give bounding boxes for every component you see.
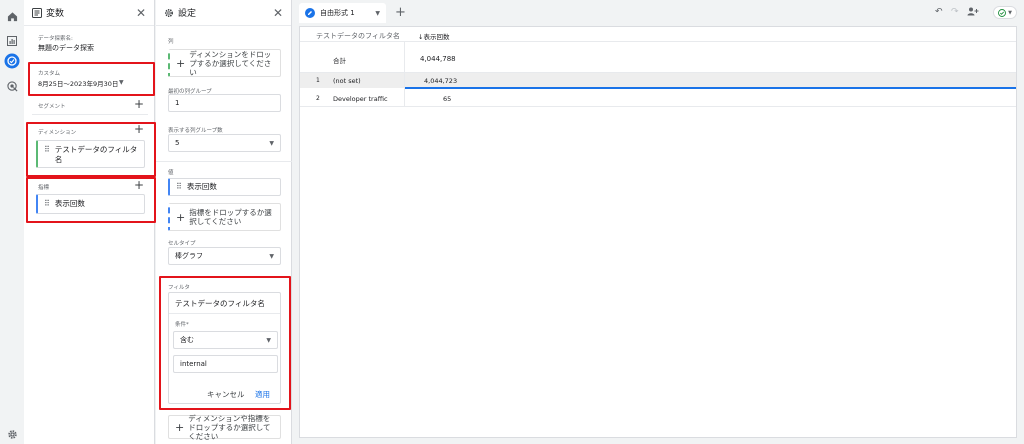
- redo-icon[interactable]: ↷: [951, 7, 959, 17]
- divider: [300, 41, 1016, 42]
- table-row-highlight: [300, 73, 1016, 88]
- variables-icon: [32, 7, 42, 18]
- variables-title: 変数: [46, 9, 65, 19]
- values-label: 値: [168, 170, 174, 176]
- plus-icon: +: [175, 420, 185, 434]
- dimension-column-header[interactable]: テストデータのフィルタ名: [316, 31, 400, 41]
- cell-type-value: 棒グラフ: [175, 252, 203, 260]
- pencil-icon: [305, 8, 315, 18]
- home-icon[interactable]: [4, 8, 20, 24]
- cell-type-label: セルタイプ: [168, 241, 196, 247]
- settings-gear-icon[interactable]: [4, 426, 20, 442]
- settings-title: 設定: [178, 9, 197, 19]
- plus-icon: +: [176, 56, 186, 70]
- segments-label: セグメント: [38, 104, 66, 110]
- bar-indicator: [404, 87, 1016, 89]
- drag-handle-icon[interactable]: ⠿: [176, 182, 182, 192]
- highlight-dimension-box: [26, 122, 156, 177]
- filters-drop-zone[interactable]: + ディメンションや指標をドロップするか選択してください: [168, 413, 281, 441]
- total-value: 4,044,788: [420, 55, 456, 63]
- tab-bar: 自由形式 1 ▼ + ↶ ↷ ▼: [293, 0, 1024, 26]
- highlight-date-box: [28, 62, 155, 96]
- share-user-icon[interactable]: [967, 7, 979, 19]
- column-divider: [404, 41, 405, 106]
- settings-icon: [164, 8, 174, 18]
- close-variables-icon[interactable]: ✕: [136, 6, 146, 20]
- chevron-down-icon: ▼: [269, 252, 274, 260]
- chevron-down-icon[interactable]: ▼: [375, 10, 380, 17]
- tab-freeform-1[interactable]: 自由形式 1 ▼: [299, 3, 386, 23]
- advertising-icon[interactable]: [4, 78, 20, 94]
- add-tab-button[interactable]: +: [395, 5, 406, 20]
- show-col-groups-label: 表示する列グループ数: [168, 128, 223, 134]
- cell-type-select[interactable]: 棒グラフ ▼: [168, 247, 281, 265]
- tab-label: 自由形式 1: [320, 9, 355, 17]
- reports-icon[interactable]: [4, 33, 20, 49]
- row-name[interactable]: (not set): [333, 77, 361, 85]
- columns-drop-zone[interactable]: + ディメンションをドロップするか選択してください: [168, 49, 281, 77]
- highlight-metric-box: [26, 177, 156, 223]
- row-value: 65: [443, 95, 452, 103]
- columns-drop-text: ディメンションをドロップするか選択してください: [189, 49, 272, 77]
- settings-header: 設定 ✕: [156, 0, 291, 26]
- row-index: 2: [316, 95, 320, 102]
- exploration-canvas: テストデータのフィルタ名 ↓表示回数 合計 4,044,788 1 (not s…: [299, 26, 1017, 438]
- metric-column-header[interactable]: ↓表示回数: [418, 31, 449, 41]
- explore-icon[interactable]: [4, 53, 20, 69]
- exploration-name[interactable]: 無題のデータ探索: [38, 43, 94, 53]
- chevron-down-icon: ▼: [1008, 9, 1012, 16]
- row-name[interactable]: Developer traffic: [333, 95, 388, 103]
- divider: [300, 106, 1016, 107]
- undo-icon[interactable]: ↶: [935, 7, 943, 17]
- filters-drop-text: ディメンションや指標をドロップするか選択してください: [188, 413, 271, 441]
- divider: [156, 161, 292, 162]
- value-chip[interactable]: ⠿ 表示回数: [168, 178, 281, 196]
- highlight-filter-box: [159, 276, 291, 410]
- status-menu[interactable]: ▼: [993, 6, 1017, 19]
- row-index: 1: [316, 77, 320, 84]
- row-value: 4,044,723: [424, 77, 458, 85]
- plus-icon: +: [176, 210, 186, 224]
- close-settings-icon[interactable]: ✕: [273, 6, 283, 20]
- show-col-groups-select[interactable]: 5 ▼: [168, 134, 281, 152]
- first-col-group-input[interactable]: 1: [168, 94, 281, 112]
- chevron-down-icon: ▼: [269, 139, 274, 147]
- value-chip-label: 表示回数: [186, 182, 217, 191]
- values-drop-text: 指標をドロップするか選択してください: [189, 208, 272, 226]
- values-drop-zone[interactable]: + 指標をドロップするか選択してください: [168, 203, 281, 231]
- columns-label: 列: [168, 39, 174, 45]
- first-col-group-value: 1: [175, 99, 180, 107]
- add-segment-button[interactable]: +: [134, 97, 144, 111]
- divider: [32, 114, 148, 115]
- total-label: 合計: [333, 57, 346, 65]
- left-nav-rail: [0, 0, 24, 444]
- exploration-name-label: データ探索名:: [38, 36, 73, 42]
- variables-header: 変数 ✕: [24, 0, 154, 26]
- show-col-groups-value: 5: [175, 139, 180, 147]
- check-circle-icon: [998, 8, 1007, 17]
